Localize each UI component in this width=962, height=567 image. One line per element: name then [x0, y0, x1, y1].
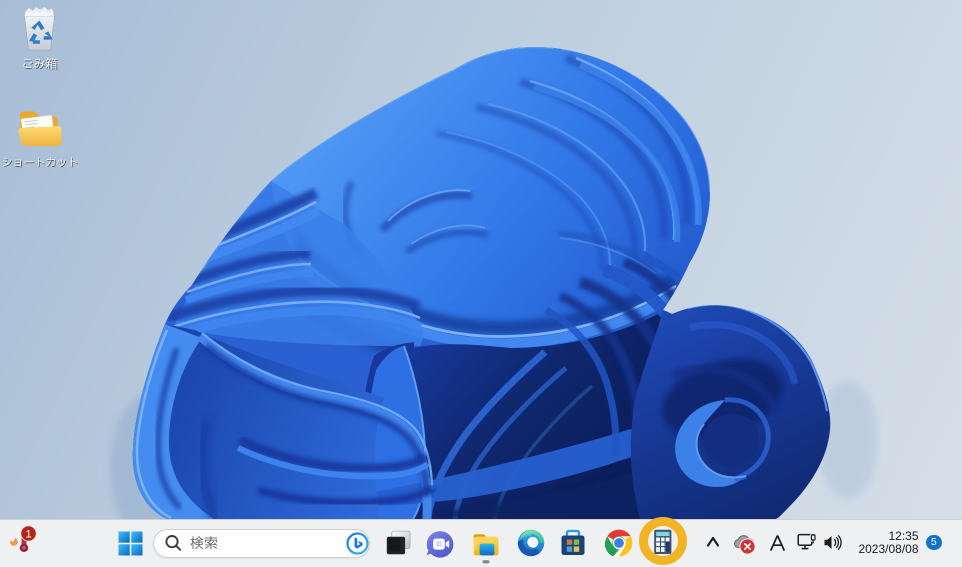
svg-text:1: 1 — [25, 528, 31, 540]
